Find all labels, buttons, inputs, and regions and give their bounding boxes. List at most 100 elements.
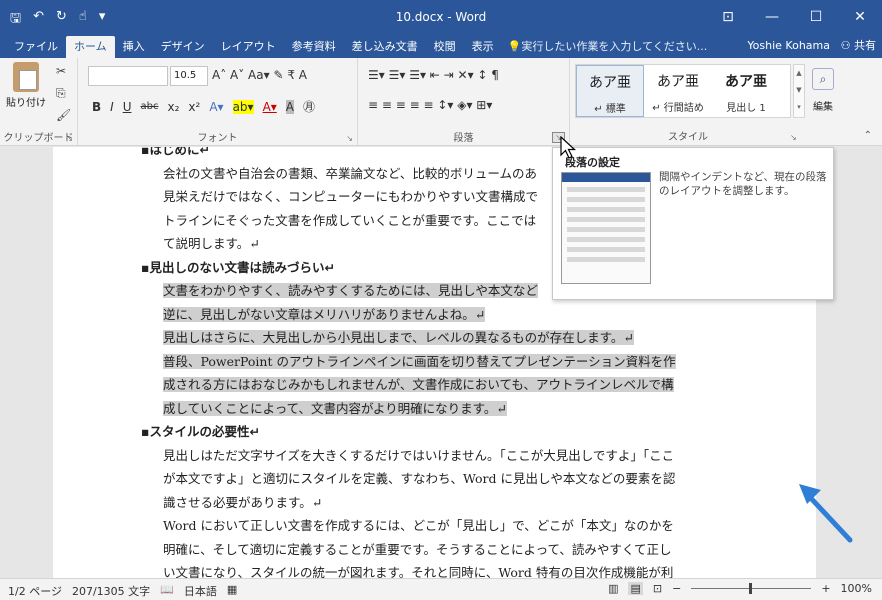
style-name: ↵ 標準 [594, 104, 626, 115]
italic-button[interactable]: I [110, 100, 114, 114]
print-layout-icon[interactable]: ▤ [628, 582, 643, 595]
user-name[interactable]: Yoshie Kohama [747, 34, 830, 58]
body-text-line[interactable]: 成していくことによって、文書内容がより明確になります。↵ [163, 398, 507, 420]
tab-layout[interactable]: レイアウト [213, 36, 284, 58]
line-text: 識させる必要があります。↵ [163, 494, 323, 510]
tab-design[interactable]: デザイン [153, 36, 213, 58]
paste-button[interactable]: 貼り付け [4, 62, 48, 109]
line-text: 成していくことによって、文書内容がより明確になります。↵ [163, 400, 507, 416]
style-normal[interactable]: あア亜 ↵ 標準 [576, 65, 644, 117]
line-text: 逆に、見出しがない文章はメリハリがありませんよね。↵ [163, 306, 486, 322]
language[interactable]: 日本語 [184, 583, 217, 599]
font-color-button[interactable]: A▾ [263, 100, 277, 114]
body-text-line[interactable]: 見栄えだけではなく、コンピューターにもわかりやすい文書構成で [163, 186, 538, 208]
char-shading-button[interactable]: A [285, 99, 295, 114]
styles-label: スタイル [668, 132, 708, 143]
body-text-line[interactable]: トラインにそぐった文書を作成していくことが重要です。ここでは [163, 210, 536, 232]
tab-home[interactable]: ホーム [66, 36, 115, 58]
line-text: 見栄えだけではなく、コンピューターにもわかりやすい文書構成で [163, 189, 539, 204]
macro-icon[interactable]: ▦ [227, 583, 237, 599]
line-text: 成される方にはおなじみかもしれませんが、文書作成においても、アウトラインレベルで… [163, 377, 674, 392]
font-size-input[interactable]: 10.5 [170, 66, 208, 86]
word-count[interactable]: 207/1305 文字 [72, 583, 150, 599]
font-label: フォント [197, 133, 238, 144]
font-name-input[interactable] [88, 66, 168, 86]
highlight-button[interactable]: ab▾ [232, 99, 254, 114]
zoom-in-button[interactable]: + [821, 582, 830, 595]
line-text: 見出しはさらに、大見出しから小見出しまで、レベルの異なるものが存在します。↵ [163, 330, 634, 345]
body-text-line[interactable]: 明確に、そして適切に定義することが重要です。そうすることによって、読みやすくて正… [163, 539, 672, 561]
editing-button[interactable]: ⌕ 編集 [806, 68, 840, 113]
tab-insert[interactable]: 挿入 [115, 36, 153, 58]
tab-mailings[interactable]: 差し込み文書 [344, 36, 426, 58]
share-button[interactable]: ⚇ 共有 [841, 34, 876, 58]
close-button[interactable]: ✕ [838, 0, 882, 34]
style-name: ↵ 行間詰め [652, 103, 704, 114]
body-text-line[interactable]: 逆に、見出しがない文章はメリハリがありませんよね。↵ [163, 304, 486, 326]
styles-gallery: あア亜 ↵ 標準 あア亜 ↵ 行間詰め あア亜 見出し 1 [575, 64, 791, 118]
body-text-line[interactable]: 識させる必要があります。↵ [163, 492, 322, 514]
heading-line[interactable]: ▪スタイルの必要性↵ [141, 421, 260, 443]
strikethrough-button[interactable]: abc [141, 101, 159, 112]
collapse-ribbon-icon[interactable]: ⌃ [864, 130, 872, 141]
ribbon-options-icon[interactable]: ⊡ [706, 0, 750, 34]
zoom-slider-thumb[interactable] [749, 583, 753, 594]
subscript-button[interactable]: x₂ [167, 100, 179, 114]
line-text: い文書になり、スタイルの統一が図れます。それと同時に、Word 特有の目次作成機… [163, 565, 674, 578]
body-text-line[interactable]: て説明します。↵ [163, 233, 260, 255]
zoom-slider[interactable] [691, 583, 812, 594]
page-count[interactable]: 1/2 ページ [8, 583, 62, 599]
style-name: 見出し 1 [726, 103, 766, 114]
body-text-line[interactable]: 見出しはただ文字サイズを大きくするだけではいけません。「ここが大見出しですよ」「… [163, 445, 674, 467]
tab-references[interactable]: 参考資料 [284, 36, 344, 58]
tab-view[interactable]: 表示 [464, 36, 502, 58]
read-mode-icon[interactable]: ▥ [608, 582, 618, 595]
body-text-line[interactable]: 会社の文書や自治会の書類、卒業論文など、比較的ボリュームのあ [163, 163, 537, 185]
paragraph-row-1[interactable]: ☰▾ ☰▾ ☰▾ ⇤ ⇥ ✕▾ ↕ ¶ [368, 68, 499, 82]
clipboard-launcher-icon[interactable]: ↘ [66, 134, 73, 143]
copy-icon[interactable]: ⎘ [56, 86, 66, 101]
bold-button[interactable]: B [92, 100, 101, 114]
format-painter-icon[interactable]: 🖌 [56, 108, 71, 122]
underline-button[interactable]: U [123, 100, 132, 114]
line-text: 明確に、そして適切に定義することが重要です。そうすることによって、読みやすくて正… [163, 541, 672, 557]
minimize-button[interactable]: — [750, 0, 794, 34]
cut-icon[interactable]: ✂ [56, 64, 66, 78]
tell-me-box[interactable]: 💡実行したい作業を入力してください... [508, 36, 708, 58]
title-bar: 🖫 ↶ ↻ ☝ ▾ 10.docx - Word ⊡ — ☐ ✕ [0, 0, 882, 34]
person-icon: ⚇ [840, 39, 851, 52]
maximize-button[interactable]: ☐ [794, 0, 838, 34]
line-text: て説明します。↵ [163, 236, 260, 251]
enclose-char-button[interactable]: ㊊ [303, 98, 315, 115]
heading-line[interactable]: ▪はじめに↵ [141, 147, 210, 161]
text-effects-button[interactable]: A▾ [209, 100, 223, 114]
style-heading-1[interactable]: あア亜 見出し 1 [712, 65, 780, 117]
web-layout-icon[interactable]: ⊡ [653, 582, 662, 595]
font-row-1[interactable]: A˄ A˅ Aa▾ ✎ ₹ A [212, 68, 307, 82]
tab-file[interactable]: ファイル [6, 36, 66, 58]
line-text: Word において正しい文書を作成するには、どこが「見出し」で、どこが「本文」な… [163, 518, 674, 533]
superscript-button[interactable]: x² [188, 100, 200, 114]
annotation-arrow-icon [799, 484, 853, 543]
paragraph-row-2[interactable]: ≡ ≡ ≡ ≡ ≡ ↕▾ ◈▾ ⊞▾ [368, 98, 492, 112]
heading-line[interactable]: ▪見出しのない文書は読みづらい↵ [141, 257, 335, 279]
body-text-line[interactable]: 文書をわかりやすく、読みやすくするためには、見出しや本文など [163, 280, 538, 302]
style-sample: あア亜 [725, 74, 767, 90]
search-icon: ⌕ [812, 68, 834, 90]
body-text-line[interactable]: が本文ですよ」と適切にスタイルを定義、すなわち、Word に見出しや本文などの要… [163, 468, 675, 490]
tab-review[interactable]: 校閲 [426, 36, 464, 58]
body-text-line[interactable]: い文書になり、スタイルの統一が図れます。それと同時に、Word 特有の目次作成機… [163, 562, 673, 578]
style-no-spacing[interactable]: あア亜 ↵ 行間詰め [644, 65, 712, 117]
body-text-line[interactable]: 成される方にはおなじみかもしれませんが、文書作成においても、アウトラインレベルで… [163, 374, 674, 396]
ribbon: 貼り付け ✂ ⎘ 🖌 クリップボード ↘ 10.5 A˄ A˅ Aa▾ ✎ ₹ … [0, 58, 882, 146]
styles-scroll[interactable]: ▲ ▼ ▾ [793, 64, 805, 118]
styles-launcher-icon[interactable]: ↘ [790, 133, 797, 142]
body-text-line[interactable]: 普段、PowerPoint のアウトラインペインに画面を切り替えてプレゼンテーシ… [163, 351, 676, 373]
proofing-icon[interactable]: 📖 [160, 583, 174, 599]
tooltip-description: 間隔やインデントなど、現在の段落のレイアウトを調整します。 [659, 171, 827, 197]
zoom-out-button[interactable]: − [672, 582, 681, 595]
body-text-line[interactable]: Word において正しい文書を作成するには、どこが「見出し」で、どこが「本文」な… [163, 515, 674, 537]
body-text-line[interactable]: 見出しはさらに、大見出しから小見出しまで、レベルの異なるものが存在します。↵ [163, 327, 634, 349]
zoom-level[interactable]: 100% [841, 582, 872, 595]
font-launcher-icon[interactable]: ↘ [346, 134, 353, 143]
